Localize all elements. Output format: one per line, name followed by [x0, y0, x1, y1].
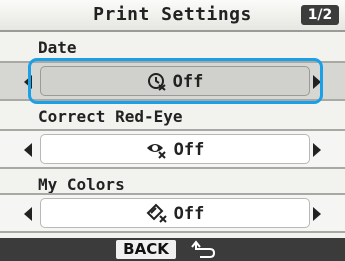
red-eye-setting-row[interactable]: Off [0, 129, 345, 169]
footer-bar: BACK [0, 238, 345, 261]
page-indicator: 1/2 [301, 5, 339, 25]
arrow-right-icon[interactable] [313, 207, 321, 221]
my-colors-icon [146, 203, 167, 223]
my-colors-setting-row[interactable]: Off [0, 193, 345, 233]
back-button[interactable]: BACK [116, 240, 176, 259]
date-label: Date [38, 38, 77, 57]
red-eye-value-box[interactable]: Off [40, 134, 310, 164]
page-title: Print Settings [93, 4, 252, 25]
my-colors-value-box[interactable]: Off [40, 198, 310, 228]
red-eye-label: Correct Red-Eye [38, 107, 183, 126]
header-bar: Print Settings 1/2 [0, 0, 345, 32]
arrow-left-icon[interactable] [24, 207, 32, 221]
selection-highlight [28, 58, 323, 104]
red-eye-value: Off [173, 140, 205, 160]
arrow-right-icon[interactable] [313, 143, 321, 157]
red-eye-icon [146, 144, 166, 159]
arrow-left-icon[interactable] [24, 143, 32, 157]
my-colors-label: My Colors [38, 175, 125, 194]
my-colors-value: Off [173, 204, 205, 224]
return-arrow-icon[interactable] [190, 240, 216, 258]
print-settings-screen: Print Settings 1/2 Date Off Correct Red-… [0, 0, 345, 261]
